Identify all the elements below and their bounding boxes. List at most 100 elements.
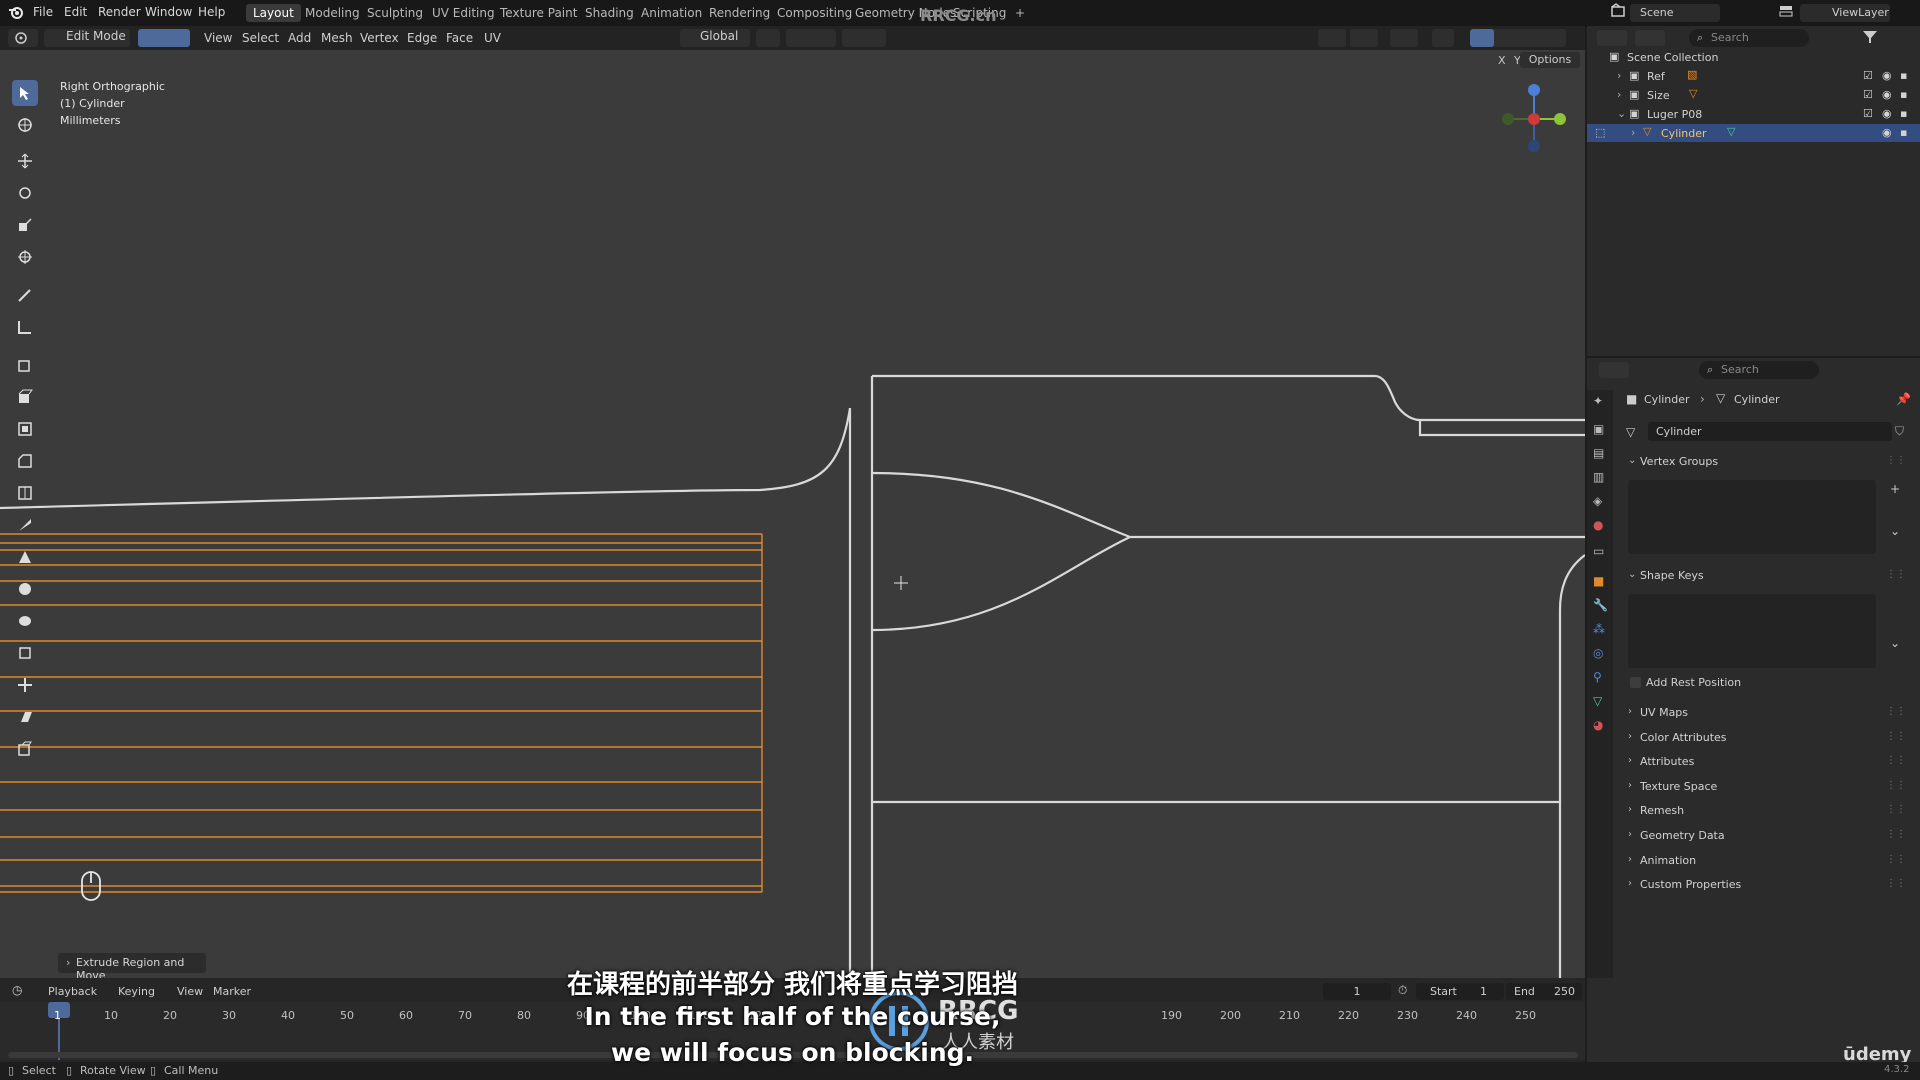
shape-keys-list[interactable] <box>1628 594 1876 668</box>
navigation-gizmo[interactable] <box>1496 76 1572 152</box>
custom-properties-panel-header[interactable]: › Custom Properties ⋮⋮ <box>1628 874 1916 896</box>
tab-compositing[interactable]: Compositing <box>770 4 859 22</box>
spin-tool[interactable] <box>12 576 38 602</box>
menu-window[interactable]: Window <box>145 5 192 19</box>
scene-icon[interactable] <box>1610 3 1628 21</box>
add-rest-position-checkbox[interactable] <box>1630 677 1641 688</box>
checkbox-icon[interactable]: ☑ <box>1863 88 1873 101</box>
tab-sculpting[interactable]: Sculpting <box>360 4 430 22</box>
camera-icon[interactable]: ▪ <box>1900 126 1907 139</box>
camera-icon[interactable]: ▪ <box>1900 107 1907 120</box>
material-tab-icon[interactable]: ◕ <box>1593 718 1603 732</box>
tab-shading[interactable]: Shading <box>578 4 641 22</box>
animation-panel-header[interactable]: › Animation ⋮⋮ <box>1628 850 1916 872</box>
menu-mesh[interactable]: Mesh <box>321 29 353 47</box>
datablock-name-field[interactable]: Cylinder <box>1648 422 1892 441</box>
drag-handle-icon[interactable]: ⋮⋮ <box>1886 731 1906 742</box>
view-layer-icon[interactable] <box>1778 3 1796 21</box>
view-layer-selector[interactable]: ViewLayer <box>1800 4 1890 22</box>
outliner-row-cylinder[interactable]: ⬚ › ▽ Cylinder ▽ ◉ ▪ <box>1587 124 1920 142</box>
smooth-tool[interactable] <box>12 608 38 634</box>
proportional-editing-button[interactable] <box>842 29 886 47</box>
poly-build-tool[interactable] <box>12 544 38 570</box>
outliner-row-ref[interactable]: › ▣ Ref ▧ ☑ ◉ ▪ <box>1587 67 1920 85</box>
camera-icon[interactable]: ▪ <box>1900 88 1907 101</box>
drag-handle-icon[interactable]: ⋮⋮ <box>1886 780 1906 791</box>
color-attributes-panel-header[interactable]: › Color Attributes ⋮⋮ <box>1628 727 1916 749</box>
options-button[interactable]: Options <box>1520 52 1580 68</box>
checkbox-icon[interactable]: ☑ <box>1863 69 1873 82</box>
view-layer-tab-icon[interactable]: ▥ <box>1593 470 1604 484</box>
menu-file[interactable]: File <box>33 5 53 19</box>
extrude-region-tool[interactable] <box>12 384 38 410</box>
edge-slide-tool[interactable] <box>12 640 38 666</box>
drag-handle-icon[interactable]: ⋮⋮ <box>1886 878 1906 889</box>
blender-logo-icon[interactable] <box>8 5 24 22</box>
outliner-search-input[interactable]: ⌕ Search <box>1689 29 1809 47</box>
eye-icon[interactable]: ◉ <box>1882 88 1892 101</box>
fake-user-icon[interactable]: ⛉ <box>1895 424 1904 439</box>
menu-edit[interactable]: Edit <box>64 5 87 19</box>
eye-icon[interactable]: ◉ <box>1882 69 1892 82</box>
add-vertex-group-button[interactable]: + <box>1890 482 1900 496</box>
drag-handle-icon[interactable]: ⋮⋮ <box>1886 569 1906 580</box>
add-workspace-button[interactable]: + <box>1008 4 1032 22</box>
transform-orientation-selector[interactable]: Global <box>680 29 750 47</box>
cursor-tool[interactable] <box>12 112 38 138</box>
eye-icon[interactable]: ◉ <box>1882 126 1892 139</box>
menu-uv[interactable]: UV <box>484 29 501 47</box>
menu-face[interactable]: Face <box>446 29 473 47</box>
chevron-down-icon[interactable]: ⌄ <box>1890 524 1900 538</box>
mode-selector[interactable]: Edit Mode <box>44 29 130 47</box>
outliner-row-size[interactable]: › ▣ Size ▽ ☑ ◉ ▪ <box>1587 86 1920 104</box>
mesh-data-tab-icon[interactable]: ▽ <box>1593 694 1602 708</box>
texture-space-panel-header[interactable]: › Texture Space ⋮⋮ <box>1628 776 1916 798</box>
world-tab-icon[interactable]: ● <box>1593 518 1603 532</box>
modifier-tab-icon[interactable]: 🔧 <box>1593 598 1608 612</box>
edit-mode-icon[interactable]: ⬚ <box>1595 126 1605 139</box>
menu-vertex[interactable]: Vertex <box>360 29 399 47</box>
drag-handle-icon[interactable]: ⋮⋮ <box>1886 455 1906 466</box>
rotate-tool[interactable] <box>12 180 38 206</box>
tool-tab-icon[interactable]: ✦ <box>1593 394 1603 408</box>
editor-type-button[interactable] <box>8 29 38 47</box>
shading-mode-buttons[interactable] <box>1470 29 1566 47</box>
constraints-tab-icon[interactable]: ⚲ <box>1593 670 1602 684</box>
pin-icon[interactable]: 📌 <box>1896 392 1911 406</box>
collection-tab-icon[interactable]: ▭ <box>1593 544 1604 558</box>
transform-tool[interactable] <box>12 244 38 270</box>
menu-help[interactable]: Help <box>198 5 225 19</box>
wireframe-shading-button[interactable] <box>1470 29 1494 47</box>
mesh-data-icon[interactable]: ▽ <box>1626 425 1635 439</box>
menu-add[interactable]: Add <box>288 29 311 47</box>
chevron-right-icon[interactable]: › <box>1631 126 1635 139</box>
shear-tool[interactable] <box>12 704 38 730</box>
tab-texture-paint[interactable]: Texture Paint <box>493 4 584 22</box>
shape-keys-panel-header[interactable]: ⌄ Shape Keys ⋮⋮ <box>1628 565 1916 587</box>
select-mode-buttons[interactable] <box>138 29 190 47</box>
annotate-tool[interactable] <box>12 282 38 308</box>
overlays-button[interactable] <box>1390 29 1418 47</box>
move-tool[interactable] <box>12 148 38 174</box>
physics-tab-icon[interactable]: ◎ <box>1593 646 1603 660</box>
vertex-groups-panel-header[interactable]: ⌄ Vertex Groups ⋮⋮ <box>1628 451 1916 473</box>
chevron-down-icon[interactable]: ⌄ <box>1617 107 1626 120</box>
scale-tool[interactable] <box>12 212 38 238</box>
vertex-groups-list[interactable] <box>1628 480 1876 554</box>
chevron-right-icon[interactable]: › <box>1617 88 1621 101</box>
properties-editor-type[interactable] <box>1599 362 1629 378</box>
checkbox-icon[interactable]: ☑ <box>1863 107 1873 120</box>
select-box-tool[interactable] <box>12 80 38 106</box>
filter-icon[interactable] <box>1862 30 1884 46</box>
shrink-fatten-tool[interactable] <box>12 672 38 698</box>
rip-region-tool[interactable] <box>12 736 38 762</box>
geometry-data-panel-header[interactable]: › Geometry Data ⋮⋮ <box>1628 825 1916 847</box>
outliner-row-scene-collection[interactable]: ▣ Scene Collection <box>1587 48 1920 66</box>
bevel-tool[interactable] <box>12 448 38 474</box>
scene-selector[interactable]: Scene <box>1630 4 1720 22</box>
inset-faces-tool[interactable] <box>12 416 38 442</box>
snapping-button[interactable] <box>786 29 836 47</box>
tab-layout[interactable]: Layout <box>246 4 301 22</box>
3d-viewport[interactable]: Right Orthographic (1) Cylinder Millimet… <box>0 50 1585 978</box>
menu-view[interactable]: View <box>204 29 232 47</box>
